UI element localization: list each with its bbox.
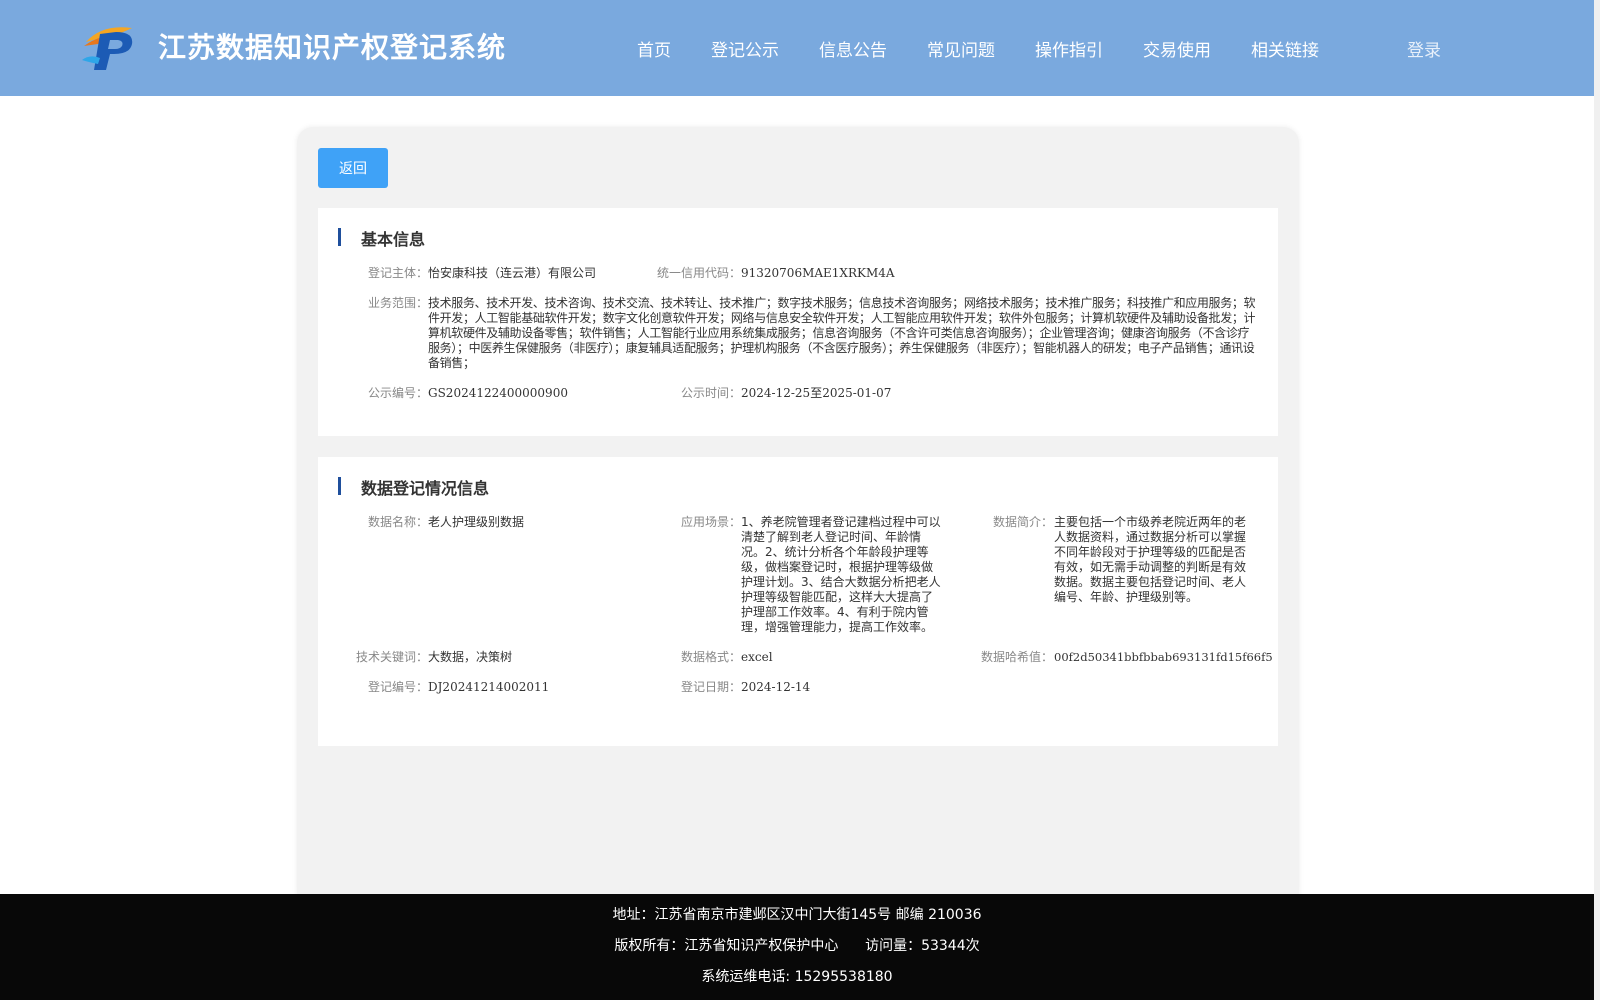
nav-home[interactable]: 首页 [637, 36, 671, 61]
section-marker [338, 477, 341, 495]
field-reg-date: 登记日期： 2024-12-14 [318, 680, 1278, 696]
field-value: 00f2d50341bbfbbab693131fd15f66f5 [1054, 650, 1273, 664]
field-value: 主要包括一个市级养老院近两年的老人数据资料，通过数据分析可以掌握不同年龄段对于护… [1054, 515, 1247, 604]
nav-faq[interactable]: 常见问题 [927, 36, 995, 61]
nav-related-links[interactable]: 相关链接 [1251, 36, 1319, 61]
field-value: 技术服务、技术开发、技术咨询、技术交流、技术转让、技术推广；数字技术服务；信息技… [428, 296, 1256, 370]
footer-phone: 系统运维电话: 15295538180 [701, 969, 893, 985]
field-label: 数据简介： [992, 515, 1053, 529]
basic-info-card: 基本信息 登记主体： 怡安康科技（连云港）有限公司 统一信用代码： 913207… [318, 208, 1278, 436]
nav-info-announcement[interactable]: 信息公告 [819, 36, 887, 61]
site-header: 江苏数据知识产权登记系统 首页 登记公示 信息公告 常见问题 操作指引 交易使用… [0, 0, 1594, 96]
back-button[interactable]: 返回 [318, 148, 388, 188]
field-label: 登记日期： [680, 680, 741, 694]
footer-copyright: 版权所有：江苏省知识产权保护中心 访问量：53344次 [614, 938, 980, 954]
scrollbar-track[interactable] [1594, 0, 1600, 1000]
field-label: 业务范围： [367, 296, 428, 310]
field-data-intro: 数据简介： 主要包括一个市级养老院近两年的老人数据资料，通过数据分析可以掌握不同… [318, 515, 1278, 645]
nav-trade-usage[interactable]: 交易使用 [1143, 36, 1211, 61]
section-marker [338, 228, 341, 246]
main-nav: 首页 登记公示 信息公告 常见问题 操作指引 交易使用 相关链接 [0, 0, 1594, 96]
field-value: 2024-12-25至2025-01-07 [741, 386, 892, 400]
login-link[interactable]: 登录 [1407, 36, 1441, 61]
field-label: 数据哈希值： [980, 650, 1053, 664]
nav-registration-notice[interactable]: 登记公示 [711, 36, 779, 61]
section-title-text: 基本信息 [361, 230, 426, 249]
field-label: 公示时间： [680, 386, 741, 400]
field-label: 统一信用代码： [656, 266, 741, 280]
footer-address: 地址：江苏省南京市建邺区汉中门大街145号 邮编 210036 [612, 907, 982, 923]
field-business-scope: 业务范围： 技术服务、技术开发、技术咨询、技术交流、技术转让、技术推广；数字技术… [318, 296, 1278, 376]
site-footer: 地址：江苏省南京市建邺区汉中门大街145号 邮编 210036 版权所有：江苏省… [0, 894, 1594, 1000]
field-value: 2024-12-14 [741, 680, 811, 694]
field-credit-code: 统一信用代码： 91320706MAE1XRKM4A [318, 266, 1278, 282]
field-notice-time: 公示时间： 2024-12-25至2025-01-07 [318, 386, 1278, 402]
field-value: 91320706MAE1XRKM4A [741, 266, 895, 280]
section-title-text: 数据登记情况信息 [361, 479, 490, 498]
nav-operation-guide[interactable]: 操作指引 [1035, 36, 1103, 61]
field-data-hash: 数据哈希值： 00f2d50341bbfbbab693131fd15f66f5 [318, 650, 1278, 666]
data-registration-card: 数据登记情况信息 数据名称： 老人护理级别数据 应用场景： 1、养老院管理者登记… [318, 457, 1278, 746]
